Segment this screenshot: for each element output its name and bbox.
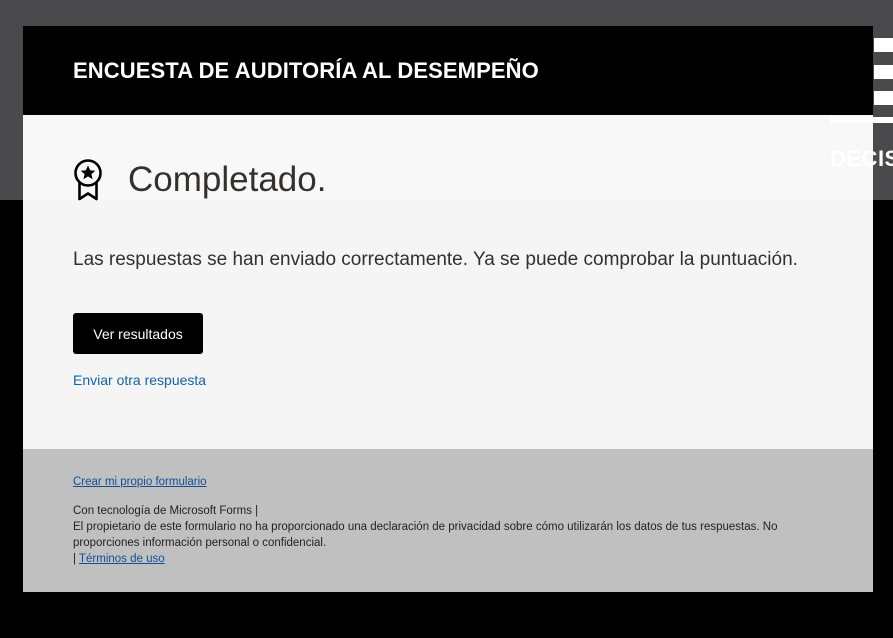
- powered-by-text: Con tecnología de Microsoft Forms |: [73, 505, 259, 517]
- status-row: Completado.: [73, 158, 326, 202]
- view-results-button[interactable]: Ver resultados: [73, 313, 203, 354]
- logo-bar: [874, 38, 893, 52]
- logo-bar: [874, 91, 893, 105]
- ribbon-award-icon: [74, 159, 102, 201]
- form-header: ENCUESTA DE AUDITORÍA AL DESEMPEÑO: [23, 26, 873, 115]
- form-card: ENCUESTA DE AUDITORÍA AL DESEMPEÑO Compl…: [23, 26, 873, 592]
- create-form-link[interactable]: Crear mi propio formulario: [73, 474, 207, 490]
- form-title: ENCUESTA DE AUDITORÍA AL DESEMPEÑO: [73, 57, 539, 83]
- status-heading: Completado.: [128, 160, 327, 199]
- logo-bar: [874, 65, 893, 79]
- form-footer: Crear mi propio formulario Con tecnologí…: [23, 449, 873, 592]
- submit-another-response-link[interactable]: Enviar otra respuesta: [73, 372, 206, 388]
- form-body: Completado. Las respuestas se han enviad…: [23, 115, 873, 449]
- terms-of-use-link[interactable]: Términos de uso: [79, 553, 165, 565]
- footer-separator: |: [73, 553, 76, 565]
- privacy-notice: El propietario de este formulario no ha …: [73, 521, 778, 549]
- confirmation-message: Las respuestas se han enviado correctame…: [73, 249, 798, 270]
